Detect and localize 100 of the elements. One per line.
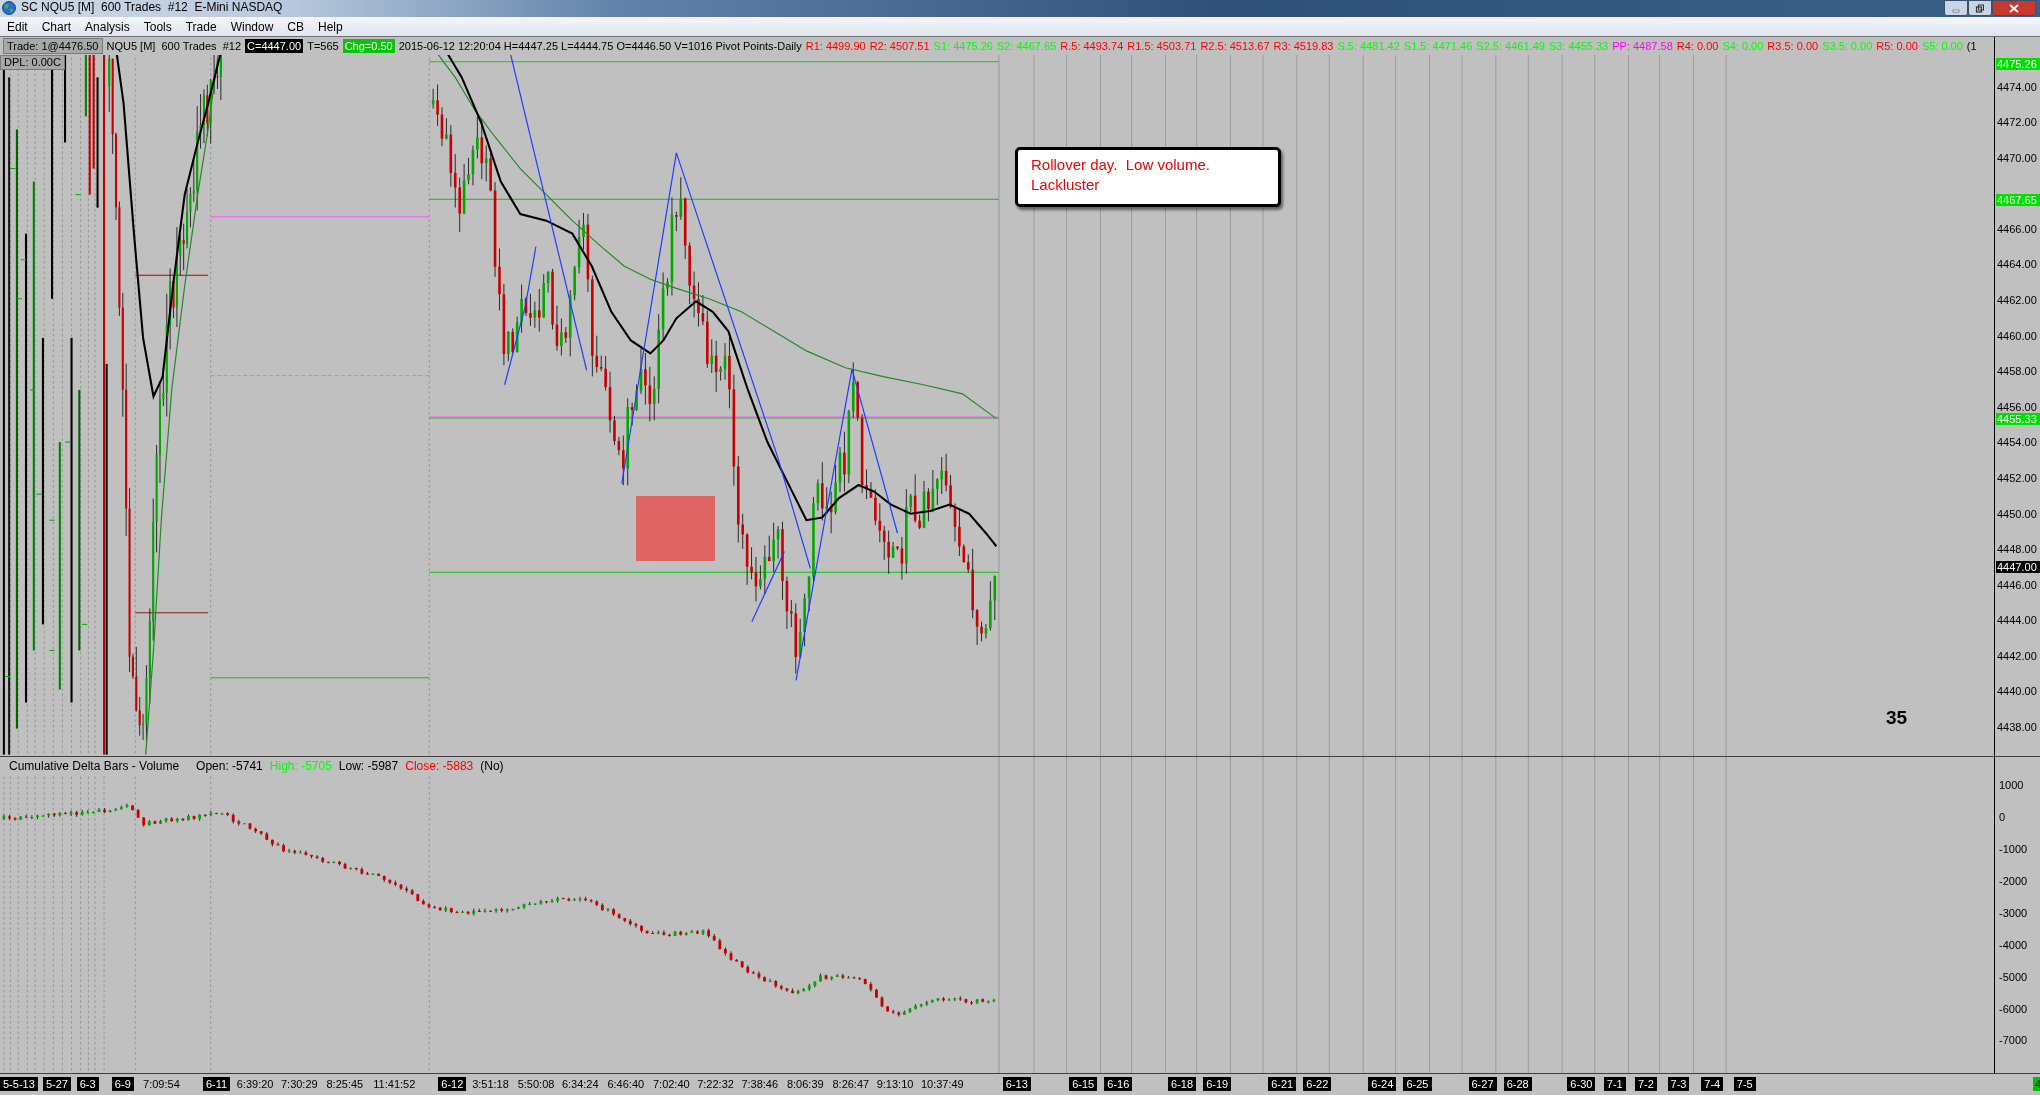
time-axis-label: 4: [2033, 1077, 2040, 1091]
price-axis-label: 4452.00: [1997, 471, 2037, 484]
symbol-label: NQU5 [M] 600 Trades #12: [106, 39, 241, 53]
time-axis-label: 6-3: [76, 1077, 99, 1091]
price-marker: 4447.00: [1996, 560, 2040, 573]
time-axis-label: 7-1: [1603, 1077, 1626, 1091]
menu-item[interactable]: Help: [311, 17, 350, 36]
pivot-value: S3.5: 0.00: [1822, 39, 1873, 53]
pivot-value: R4: 0.00: [1676, 39, 1719, 53]
time-axis-label: 6:39:20: [236, 1077, 274, 1091]
pivot-value: R2: 4507.51: [869, 39, 930, 53]
price-axis-label: 4470.00: [1997, 151, 2037, 164]
time-axis-label: 6-12: [438, 1077, 467, 1091]
time-axis-label: 8:26:47: [832, 1077, 870, 1091]
time-axis-label: 7:38:46: [741, 1077, 779, 1091]
menu-item[interactable]: Analysis: [78, 17, 137, 36]
price-axis-label: 4460.00: [1997, 329, 2037, 342]
time-axis-label: 6:34:24: [561, 1077, 599, 1091]
time-axis-label: 6-28: [1503, 1077, 1532, 1091]
time-axis-label: 6-25: [1403, 1077, 1432, 1091]
time-axis-label: 5-5-13: [0, 1077, 38, 1091]
time-axis-label: 7-4: [1701, 1077, 1724, 1091]
pivot-value: R3: 4519.83: [1273, 39, 1334, 53]
price-axis-label: 4450.00: [1997, 507, 2037, 520]
pivot-value: S4: 0.00: [1722, 39, 1764, 53]
pivot-value: S2.5: 4461.49: [1476, 39, 1545, 53]
price-axis-label: 4466.00: [1997, 222, 2037, 235]
pivot-value: R.5: 4493.74: [1060, 39, 1124, 53]
price-axis-label: 4462.00: [1997, 294, 2037, 307]
time-axis-label: 6-9: [111, 1077, 134, 1091]
pivot-value: PP: 4487.58: [1612, 39, 1673, 53]
menu-item[interactable]: Tools: [136, 17, 179, 36]
time-axis-label: 7-5: [1733, 1077, 1756, 1091]
price-axis-label: 4446.00: [1997, 578, 2037, 591]
price-axis-label: 4474.00: [1997, 80, 2037, 93]
close-button[interactable]: [1992, 0, 2036, 16]
pivot-value: R1.5: 4503.71: [1127, 39, 1197, 53]
time-axis-label: 6-16: [1104, 1077, 1133, 1091]
price-marker: 4455.33: [1996, 412, 2040, 425]
delta-axis-label: -1000: [1999, 842, 2028, 855]
time-axis-label: 6:46:40: [607, 1077, 645, 1091]
time-axis-label: 5:50:08: [517, 1077, 555, 1091]
restore-button[interactable]: [1968, 0, 1992, 16]
price-axis-label: 4442.00: [1997, 649, 2037, 662]
menu-item[interactable]: Chart: [34, 17, 79, 36]
price-axis-label: 4456.00: [1997, 400, 2037, 413]
time-axis-label: 9:13:10: [876, 1077, 914, 1091]
time-axis-label: 7-2: [1635, 1077, 1657, 1091]
close-price-label: C=4447.00: [245, 39, 304, 53]
delta-axis-label: -4000: [1999, 938, 2028, 951]
time-axis-label: 6-22: [1303, 1077, 1332, 1091]
pivot-value: S2: 4467.65: [996, 39, 1057, 53]
price-marker: 4467.65: [1996, 193, 2040, 206]
time-axis-label: 6-19: [1203, 1077, 1232, 1091]
price-axis-label: 4440.00: [1997, 685, 2037, 698]
minimize-button[interactable]: [1944, 0, 1968, 16]
time-axis-label: 7:09:54: [143, 1077, 180, 1091]
menu-item[interactable]: Window: [223, 17, 281, 36]
globe-icon: [2, 1, 16, 15]
tick-count-label: T=565: [307, 39, 339, 53]
delta-axis-label: -7000: [1999, 1034, 2028, 1047]
window-title: SC NQU5 [M] 600 Trades #12 E-Mini NASDAQ: [21, 0, 283, 15]
delta-axis-label: 1000: [1999, 778, 2024, 791]
note-text: Rollover day. Low volume. Lackluster: [1031, 155, 1211, 195]
price-axis-label: 4444.00: [1997, 614, 2037, 627]
time-axis-label: 10:37:49: [920, 1077, 964, 1091]
time-axis-label: 5-27: [42, 1077, 71, 1091]
time-axis-label: 6-21: [1268, 1077, 1297, 1091]
time-axis-label: 6-15: [1069, 1077, 1098, 1091]
price-axis-label: 4454.00: [1997, 436, 2037, 449]
time-axis-label: 7:02:40: [652, 1077, 690, 1091]
bar-info-text: 2015-06-12 12:20:04 H=4447.25 L=4444.75 O=4446.50 V=1016 Pivot Points-Daily: [398, 39, 802, 53]
restore-icon: [1975, 3, 1985, 13]
close-icon: [2009, 3, 2019, 13]
price-axis-label: 4464.00: [1997, 258, 2037, 271]
price-marker: 4475.26: [1996, 58, 2040, 71]
time-axis-label: 3:51:18: [472, 1077, 509, 1091]
time-axis-label: 7:22:32: [697, 1077, 734, 1091]
time-axis-label: 6-13: [1002, 1077, 1031, 1091]
delta-axis-label: -5000: [1999, 970, 2028, 983]
time-axis-label: 7-3: [1667, 1077, 1690, 1091]
price-axis-label: 4438.00: [1997, 721, 2037, 734]
menu-item[interactable]: Edit: [0, 17, 35, 36]
menu-item[interactable]: CB: [280, 17, 311, 36]
price-axis-label: 4458.00: [1997, 365, 2037, 378]
price-axis-label: 4472.00: [1997, 116, 2037, 129]
time-axis-label: 6-11: [202, 1077, 231, 1091]
menu-item[interactable]: Trade: [178, 17, 224, 36]
overflow-text: (1: [1966, 39, 1977, 53]
pivot-value: R3.5: 0.00: [1767, 39, 1819, 53]
delta-axis-label: -2000: [1999, 874, 2028, 887]
time-axis-label: 6-24: [1368, 1077, 1397, 1091]
time-axis-label: 7:30:29: [280, 1077, 318, 1091]
pivot-value: S3: 4455.33: [1548, 39, 1609, 53]
trade-label: Trade: 1@4476.50: [3, 38, 103, 54]
time-axis-label: 11:41:52: [373, 1077, 416, 1091]
pivot-value: R1: 4499.90: [805, 39, 866, 53]
time-axis-label: 6-27: [1468, 1077, 1497, 1091]
time-axis-label: 6-30: [1567, 1077, 1596, 1091]
pivot-value: S1.5: 4471.46: [1403, 39, 1473, 53]
